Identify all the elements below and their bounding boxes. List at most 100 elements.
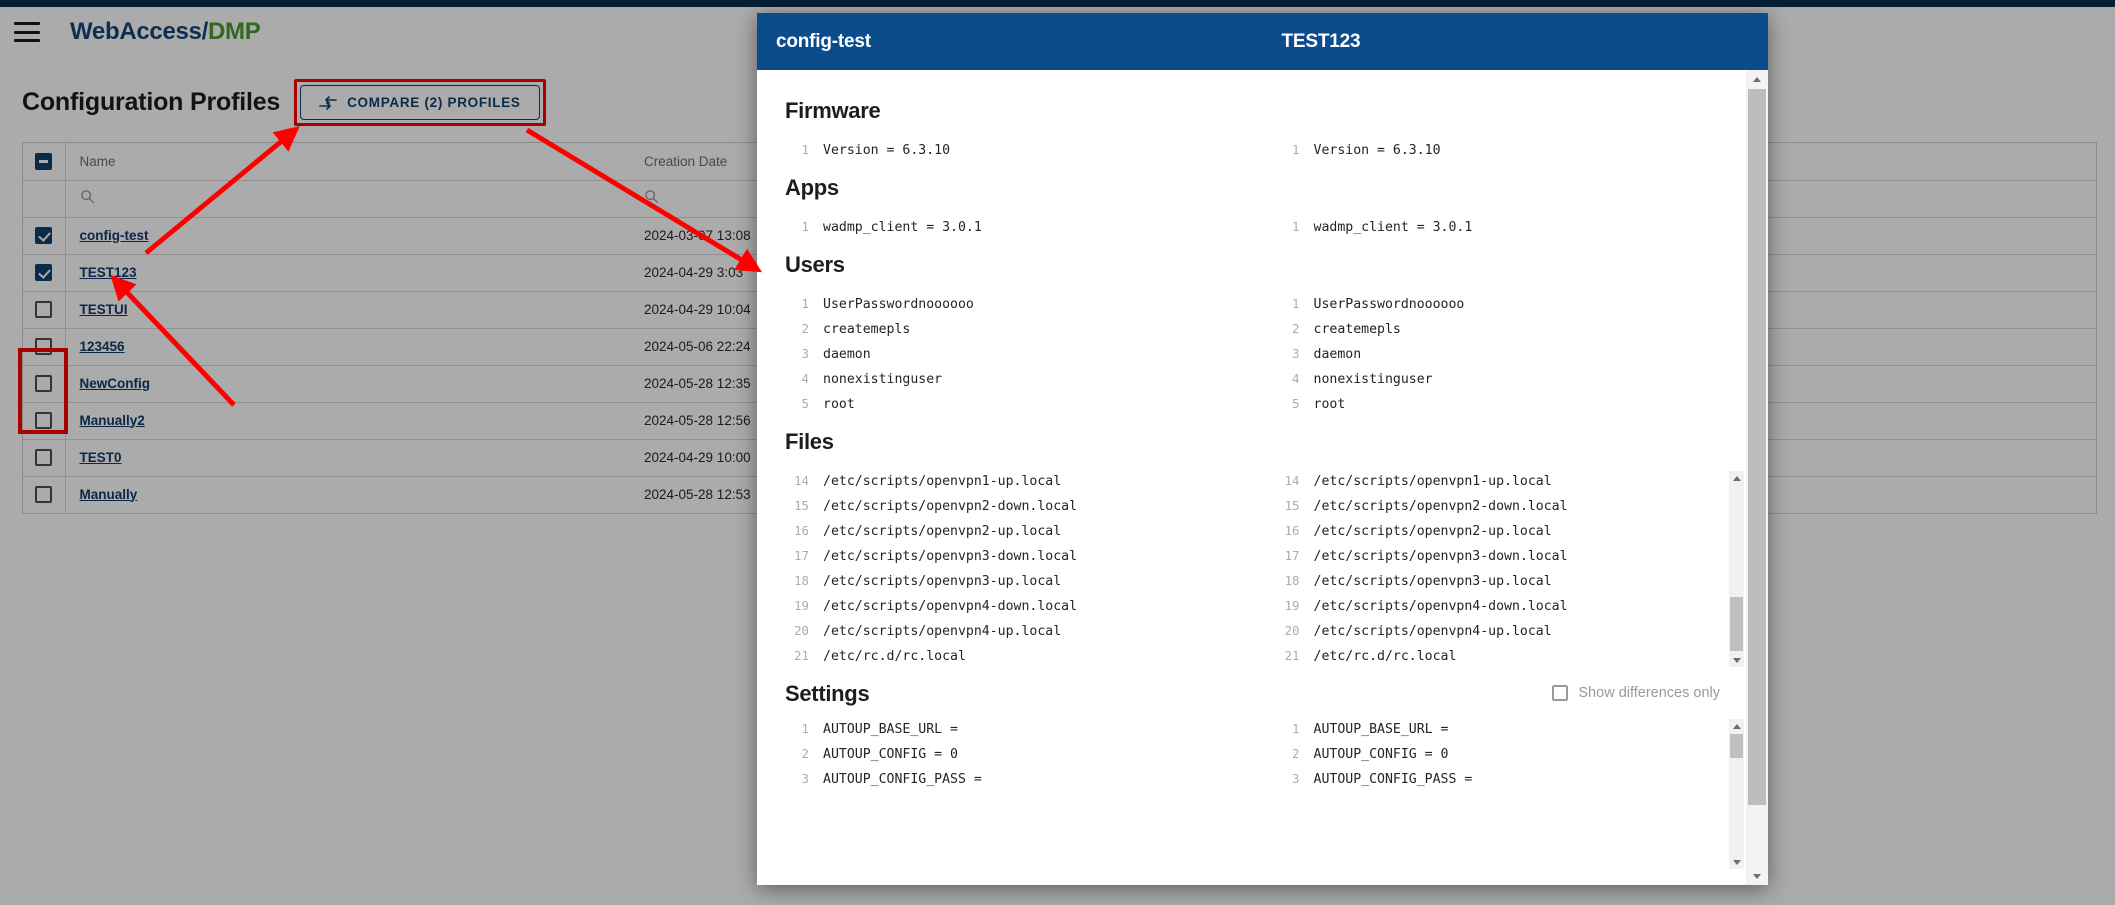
diff-line-text: nonexistinguser xyxy=(823,372,943,387)
section-scrollbar-thumb[interactable] xyxy=(1730,734,1743,758)
diff-line-text: /etc/scripts/openvpn1-up.local xyxy=(1313,474,1552,489)
diff-line-text: nonexistinguser xyxy=(1313,372,1433,387)
diff-line-text: AUTOUP_CONFIG = 0 xyxy=(1313,747,1449,762)
diff-line-number: 21 xyxy=(794,648,809,663)
diff-line-number: 1 xyxy=(1292,721,1300,736)
section-title-row: Settings Show differences only xyxy=(757,669,1746,717)
diff-columns: 1 wadmp_client = 3.0.1 1 wadmp_client = 3.0… xyxy=(757,215,1746,240)
diff-column-left: 1 AUTOUP_BASE_URL = 2 AUTOUP_CONFIG = 0 3 AUT… xyxy=(757,717,1252,792)
diff-line-list: 1 wadmp_client = 3.0.1 xyxy=(757,215,1252,240)
diff-line: 3 AUTOUP_CONFIG_PASS = xyxy=(757,767,1252,792)
diff-line: 3 daemon xyxy=(1252,342,1747,367)
diff-column-right: 1 AUTOUP_BASE_URL = 2 AUTOUP_CONFIG = 0 3 AUT… xyxy=(1252,717,1747,792)
diff-line-number: 1 xyxy=(1292,142,1300,157)
diff-line-text: daemon xyxy=(823,347,871,362)
section-scrollbar-thumb[interactable] xyxy=(1730,597,1743,651)
diff-line-text: /etc/scripts/openvpn3-down.local xyxy=(1313,549,1568,564)
diff-line: 18/etc/scripts/openvpn3-up.local xyxy=(757,569,1252,594)
section-title: Settings xyxy=(785,681,870,706)
diff-line-number: 1 xyxy=(801,296,809,311)
diff-line: 14/etc/scripts/openvpn1-up.local xyxy=(757,469,1252,494)
diff-line-number: 18 xyxy=(1284,573,1300,588)
diff-line: 15/etc/scripts/openvpn2-down.local xyxy=(1252,494,1747,519)
diff-line-text: /etc/scripts/openvpn4-down.local xyxy=(1313,599,1568,614)
diff-line: 19/etc/scripts/openvpn4-down.local xyxy=(757,594,1252,619)
section-scroll-up-arrow-icon[interactable] xyxy=(1729,471,1744,485)
diff-line: 5 root xyxy=(757,392,1252,417)
diff-line: 1 AUTOUP_BASE_URL = xyxy=(757,717,1252,742)
diff-line-list: 14/etc/scripts/openvpn1-up.local 15/etc/s… xyxy=(1252,469,1747,669)
dialog-scrollbar[interactable] xyxy=(1746,70,1768,885)
compare-section: Settings Show differences only 1 AUTOUP_BAS… xyxy=(757,669,1746,869)
diff-line: 20/etc/scripts/openvpn4-up.local xyxy=(757,619,1252,644)
diff-line-number: 2 xyxy=(801,321,809,336)
section-scroll-down-arrow-icon[interactable] xyxy=(1729,855,1744,869)
section-scrollbar[interactable] xyxy=(1729,471,1744,667)
section-scroll-down-arrow-icon[interactable] xyxy=(1729,653,1744,667)
diff-line-text: /etc/scripts/openvpn1-up.local xyxy=(823,474,1062,489)
diff-line-number: 1 xyxy=(801,219,809,234)
diff-line: 21/etc/rc.d/rc.local xyxy=(1252,644,1747,669)
diff-line-text: /etc/scripts/openvpn2-up.local xyxy=(823,524,1062,539)
dialog-scrollbar-thumb[interactable] xyxy=(1748,89,1766,805)
diff-line: 1 AUTOUP_BASE_URL = xyxy=(1252,717,1747,742)
section-diff-pane: 1 UserPasswordnoooooo 2 createmepls 3 daemon 4… xyxy=(757,292,1746,417)
section-title: Firmware xyxy=(785,98,881,123)
diff-line-text: /etc/scripts/openvpn4-down.local xyxy=(823,599,1078,614)
scroll-down-arrow-icon[interactable] xyxy=(1746,867,1768,885)
diff-column-right: 1 wadmp_client = 3.0.1 xyxy=(1252,215,1747,240)
diff-line-text: /etc/scripts/openvpn4-up.local xyxy=(823,624,1062,639)
diff-line: 2 AUTOUP_CONFIG = 0 xyxy=(1252,742,1747,767)
diff-columns: 1 Version = 6.3.10 1 Version = 6.3.10 xyxy=(757,138,1746,163)
compare-section: Apps 1 wadmp_client = 3.0.1 1 wadmp_client =… xyxy=(757,163,1746,240)
section-scroll-up-arrow-icon[interactable] xyxy=(1729,719,1744,733)
section-diff-pane: 1 Version = 6.3.10 1 Version = 6.3.10 xyxy=(757,138,1746,163)
dialog-header: config-test TEST123 xyxy=(757,13,1768,70)
diff-line: 1 wadmp_client = 3.0.1 xyxy=(1252,215,1747,240)
diff-line-text: AUTOUP_BASE_URL = xyxy=(1313,722,1449,737)
section-title: Apps xyxy=(785,175,839,200)
diff-line: 2 createmepls xyxy=(1252,317,1747,342)
section-diff-pane: 1 wadmp_client = 3.0.1 1 wadmp_client = 3.0… xyxy=(757,215,1746,240)
diff-line-text: /etc/scripts/openvpn4-up.local xyxy=(1313,624,1552,639)
diff-line-number: 18 xyxy=(794,573,809,588)
diff-line-number: 16 xyxy=(794,523,809,538)
diff-line: 4 nonexistinguser xyxy=(757,367,1252,392)
diff-line-list: 1 AUTOUP_BASE_URL = 2 AUTOUP_CONFIG = 0 3 AUT… xyxy=(1252,717,1747,792)
diff-line-text: /etc/scripts/openvpn3-up.local xyxy=(823,574,1062,589)
scroll-up-arrow-icon[interactable] xyxy=(1746,70,1768,88)
diff-line-text: daemon xyxy=(1313,347,1362,362)
diff-line-text: /etc/rc.d/rc.local xyxy=(823,649,966,664)
diff-line: 15/etc/scripts/openvpn2-down.local xyxy=(757,494,1252,519)
show-differences-only-control[interactable]: Show differences only xyxy=(1552,685,1720,701)
diff-column-left: 1 Version = 6.3.10 xyxy=(757,138,1252,163)
diff-line: 1 UserPasswordnoooooo xyxy=(1252,292,1747,317)
diff-line-text: AUTOUP_CONFIG = 0 xyxy=(823,747,958,762)
diff-line-number: 17 xyxy=(794,548,809,563)
section-diff-pane: 1 AUTOUP_BASE_URL = 2 AUTOUP_CONFIG = 0 3 AUT… xyxy=(757,717,1746,869)
diff-line-number: 21 xyxy=(1284,648,1300,663)
diff-columns: 1 AUTOUP_BASE_URL = 2 AUTOUP_CONFIG = 0 3 AUT… xyxy=(757,717,1746,792)
diff-line-text: AUTOUP_BASE_URL = xyxy=(823,722,958,737)
diff-line-text: /etc/scripts/openvpn2-down.local xyxy=(1313,499,1568,514)
show-differences-only-checkbox[interactable] xyxy=(1552,685,1569,701)
diff-line: 17/etc/scripts/openvpn3-down.local xyxy=(757,544,1252,569)
diff-line-number: 2 xyxy=(1292,746,1300,761)
section-title: Files xyxy=(785,429,834,454)
diff-line-number: 16 xyxy=(1284,523,1300,538)
section-scrollbar[interactable] xyxy=(1729,719,1744,869)
diff-line-text: AUTOUP_CONFIG_PASS = xyxy=(1313,772,1473,787)
diff-line: 20/etc/scripts/openvpn4-up.local xyxy=(1252,619,1747,644)
diff-line: 1 Version = 6.3.10 xyxy=(1252,138,1747,163)
diff-line-text: root xyxy=(1313,397,1346,412)
diff-line-list: 1 AUTOUP_BASE_URL = 2 AUTOUP_CONFIG = 0 3 AUT… xyxy=(757,717,1252,792)
diff-line-number: 14 xyxy=(1284,473,1300,488)
diff-column-right: 1 UserPasswordnoooooo 2 createmepls 3 daemon 4… xyxy=(1252,292,1747,417)
compare-profiles-dialog: config-test TEST123 Firmware 1 Version = 6… xyxy=(757,13,1768,885)
diff-line-text: /etc/scripts/openvpn2-down.local xyxy=(823,499,1078,514)
diff-line-text: AUTOUP_CONFIG_PASS = xyxy=(823,772,982,787)
section-title: Users xyxy=(785,252,845,277)
diff-column-right: 1 Version = 6.3.10 xyxy=(1252,138,1747,163)
diff-line: 2 AUTOUP_CONFIG = 0 xyxy=(757,742,1252,767)
diff-line-text: Version = 6.3.10 xyxy=(823,143,951,158)
